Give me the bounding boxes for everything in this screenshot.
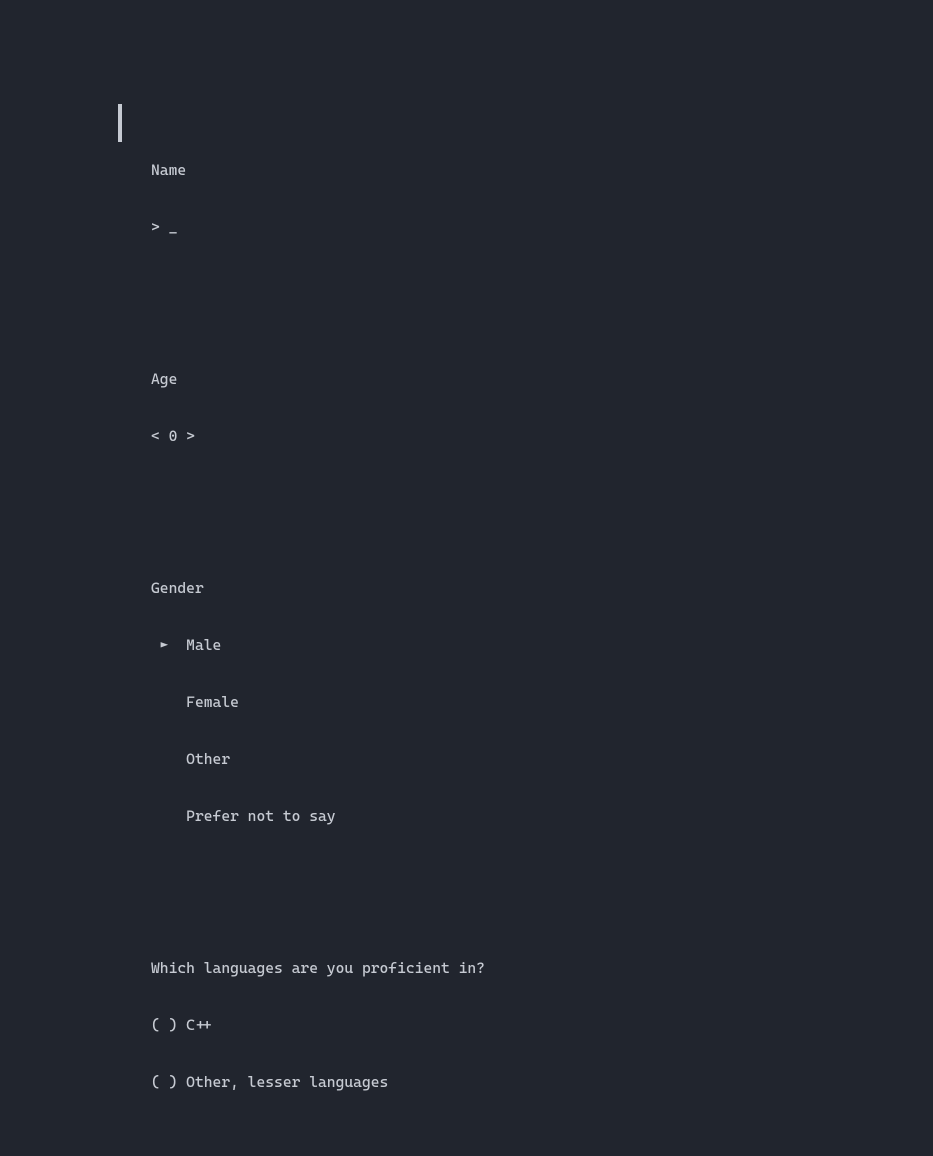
checkbox-icon: ( ) — [151, 1073, 186, 1092]
name-label-row: Name — [151, 161, 599, 180]
focus-indicator — [118, 104, 122, 142]
name-prompt: > — [151, 218, 169, 237]
gender-option-other[interactable]: Other — [151, 750, 599, 769]
gender-option-label: Male — [186, 636, 221, 655]
gender-option-label: Female — [186, 693, 239, 712]
gender-option-male[interactable]: ► Male — [151, 636, 599, 655]
name-value: _ — [169, 218, 178, 237]
age-decrement[interactable]: < — [151, 427, 169, 446]
gender-option-label: Other — [186, 750, 230, 769]
checkbox-icon: ( ) — [151, 1016, 186, 1035]
selector-indent — [151, 693, 186, 712]
languages-option-label: Other, lesser languages — [186, 1073, 388, 1092]
age-label: Age — [151, 370, 177, 389]
name-label: Name — [151, 161, 186, 180]
gender-option-label: Prefer not to say — [186, 807, 335, 826]
age-value: 0 — [169, 427, 178, 446]
languages-label-row: Which languages are you proficient in? — [151, 959, 599, 978]
gender-label: Gender — [151, 579, 204, 598]
gender-label-row: Gender — [151, 579, 599, 598]
age-increment[interactable]: > — [177, 427, 195, 446]
selector-indent — [151, 750, 186, 769]
selector-indent — [151, 807, 186, 826]
languages-option-label: C++ — [186, 1016, 212, 1035]
languages-option-other[interactable]: ( ) Other, lesser languages — [151, 1073, 599, 1092]
gender-option-female[interactable]: Female — [151, 693, 599, 712]
languages-option-cpp[interactable]: ( ) C++ — [151, 1016, 599, 1035]
languages-label: Which languages are you proficient in? — [151, 959, 485, 978]
name-input[interactable]: > _ — [151, 218, 599, 237]
selector-arrow-icon: ► — [151, 636, 186, 655]
age-stepper[interactable]: < 0 > — [151, 427, 599, 446]
age-label-row: Age — [151, 370, 599, 389]
gender-option-prefer-not[interactable]: Prefer not to say — [151, 807, 599, 826]
